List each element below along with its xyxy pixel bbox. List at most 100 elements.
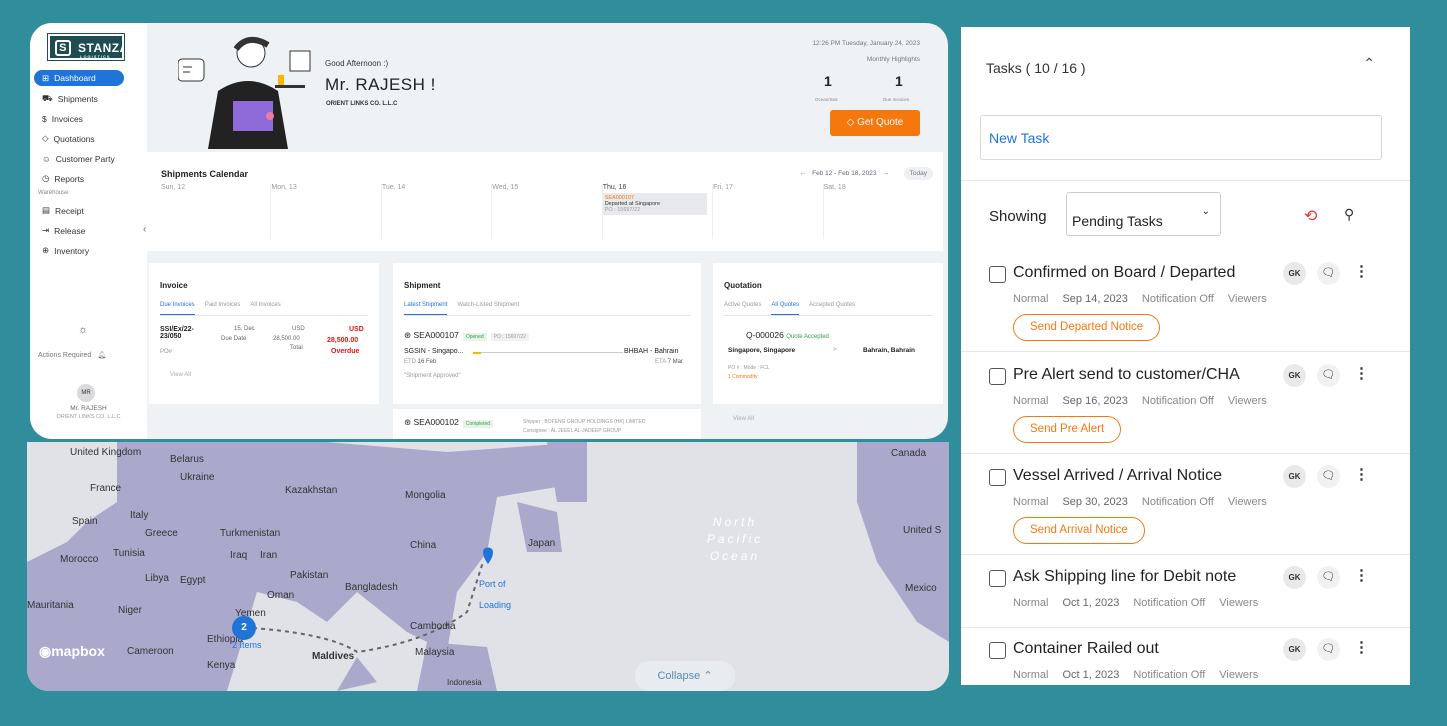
sidebar-item-quotations[interactable]: ◇ Quotations [34,126,124,146]
calendar-day[interactable]: Mon, 13 [271,184,382,239]
task-checkbox[interactable] [989,266,1006,283]
shipment-row-1[interactable]: ⊛ SEA000107 Opened PO : 15697/22 [404,330,529,341]
sidebar-item-release[interactable]: ⇥ Release [34,218,124,238]
get-quote-button[interactable]: ◇ Get Quote [830,110,920,136]
sidebar-item-label: Quotations [53,133,95,144]
monthly-highlights-label: Monthly Highlights [866,56,920,63]
divider [961,627,1410,628]
sidebar-item-receipt[interactable]: ▤ Receipt [34,198,124,218]
sidebar-item-dashboard[interactable]: ⊞ Dashboard [34,70,124,86]
task-checkbox[interactable] [989,368,1006,385]
avatar[interactable]: GK [1283,566,1306,589]
avatar[interactable]: GK [1283,262,1306,285]
invoice-view-all[interactable]: View All [170,372,191,378]
send-arrival-notice-button[interactable]: Send Arrival Notice [1013,517,1145,544]
invoice-number[interactable]: SSI/Ex/22-23/050 [160,326,210,340]
tab-all-quotes[interactable]: All Quotes [771,302,800,315]
task-title[interactable]: Pre Alert send to customer/CHA [1013,366,1240,384]
sidebar-item-reports[interactable]: ◷ Reports [34,166,124,186]
task-notification[interactable]: Notification Off [1133,597,1205,609]
task-meta: Normal Oct 1, 2023 Notification Off Viewers [1013,597,1258,609]
task-viewers[interactable]: Viewers [1219,669,1258,681]
users-icon: ☺ [42,153,51,164]
shipment-eta: ETA 7 Mar [655,359,683,365]
comment-icon[interactable]: 🗨︎ [1317,364,1340,387]
map-label: United Kingdom [70,447,142,458]
actions-required[interactable]: Actions Required 🔔︎ [38,351,106,360]
tab-active-quotes[interactable]: Active Quotes [724,302,761,315]
sidebar-item-label: Reports [54,173,85,184]
sidebar-item-invoices[interactable]: $ Invoices [34,106,124,126]
more-options-icon[interactable]: ⋮ [1354,638,1369,656]
person-icon[interactable]: ⚲ [1344,206,1354,223]
comment-icon[interactable]: 🗨︎ [1317,262,1340,285]
comment-icon[interactable]: 🗨︎ [1317,638,1340,661]
task-notification[interactable]: Notification Off [1142,293,1214,305]
map-label: Mexico [905,583,937,594]
task-checkbox[interactable] [989,469,1006,486]
today-button[interactable]: Today [903,167,933,180]
task-checkbox[interactable] [989,642,1006,659]
shipment-map[interactable]: United Kingdom Belarus Ukraine France Ka… [27,442,949,691]
calendar-range: ← Feb 12 - Feb 18, 2023 → [800,170,889,177]
task-title[interactable]: Vessel Arrived / Arrival Notice [1013,467,1222,485]
quotation-view-all[interactable]: View All [733,416,754,422]
map-label: Niger [118,605,142,616]
tab-latest-shipment[interactable]: Latest Shipment [404,302,448,315]
comment-icon[interactable]: 🗨︎ [1317,465,1340,488]
tab-accepted-quotes[interactable]: Accepted Quotes [809,302,855,315]
task-viewers[interactable]: Viewers [1228,395,1267,407]
next-week-icon[interactable]: → [883,170,890,177]
calendar-day[interactable]: Wed, 15 [492,184,603,239]
task-title[interactable]: Ask Shipping line for Debit note [1013,568,1236,586]
shipment-card-2[interactable]: ⊛ SEA000102 Completed Shipper : BOFENG GR… [393,409,701,439]
send-pre-alert-button[interactable]: Send Pre Alert [1013,416,1122,443]
task-viewers[interactable]: Viewers [1228,496,1267,508]
calendar-day[interactable]: Fri, 17 [713,184,824,239]
logo[interactable]: S STANZA LOGISTICS [47,33,128,61]
avatar[interactable]: GK [1283,364,1306,387]
tab-paid-invoices[interactable]: Paid Invoices [205,302,241,315]
sidebar-item-shipments[interactable]: ⛟ Shipments [34,86,124,106]
send-departed-notice-button[interactable]: Send Departed Notice [1013,314,1161,341]
more-options-icon[interactable]: ⋮ [1354,566,1369,584]
quote-arrow: > [833,347,837,353]
calendar-day[interactable]: Sun, 12 [161,184,272,239]
more-options-icon[interactable]: ⋮ [1354,465,1369,483]
task-viewers[interactable]: Viewers [1219,597,1258,609]
task-viewers[interactable]: Viewers [1228,293,1267,305]
calendar-day[interactable]: Tue, 14 [382,184,493,239]
calendar-event[interactable]: SEA000107 Departed at Singapore PO : 156… [602,193,707,215]
quote-row[interactable]: Q-000026 Quote Accepted [746,330,829,340]
new-task-input[interactable]: New Task [980,115,1382,160]
collapse-map-button[interactable]: Collapse ⌃ [635,661,735,691]
comment-icon[interactable]: 🗨︎ [1317,566,1340,589]
task-filter-select[interactable]: Pending Tasks ⌄ [1066,192,1221,236]
avatar[interactable]: GK [1283,465,1306,488]
tab-due-invoices[interactable]: Due Invoices [160,302,195,315]
task-notification[interactable]: Notification Off [1142,395,1214,407]
tab-watchlisted-shipment[interactable]: Watch-Listed Shipment [457,302,519,315]
avatar[interactable]: GK [1283,638,1306,661]
task-title[interactable]: Container Railed out [1013,640,1159,658]
task-notification[interactable]: Notification Off [1133,669,1205,681]
task-title[interactable]: Confirmed on Board / Departed [1013,264,1235,282]
task-checkbox[interactable] [989,570,1006,587]
map-label: Indonesia [447,678,482,687]
theme-toggle-icon[interactable]: ☼ [78,324,88,336]
avatar[interactable]: MR [77,384,95,402]
sidebar-item-inventory[interactable]: ⊕ Inventory [34,238,124,258]
prev-week-icon[interactable]: ← [800,170,807,177]
sidebar-item-customer-party[interactable]: ☺ Customer Party [34,146,124,166]
calendar-day-thu[interactable]: Thu, 16 SEA000107 Departed at Singapore … [602,184,714,239]
chevron-up-icon[interactable]: ⌃ [1363,55,1375,72]
refresh-timer-icon[interactable]: ⟲ [1304,206,1317,226]
more-options-icon[interactable]: ⋮ [1354,262,1369,280]
calendar-day[interactable]: Sat, 18 [824,184,933,239]
task-notification[interactable]: Notification Off [1142,496,1214,508]
more-options-icon[interactable]: ⋮ [1354,364,1369,382]
collapse-sidebar-icon[interactable]: ‹ [143,224,146,235]
tab-all-invoices[interactable]: All Invoices [250,302,280,315]
cluster-marker[interactable]: 2 [232,616,256,640]
map-label: Japan [528,538,556,549]
